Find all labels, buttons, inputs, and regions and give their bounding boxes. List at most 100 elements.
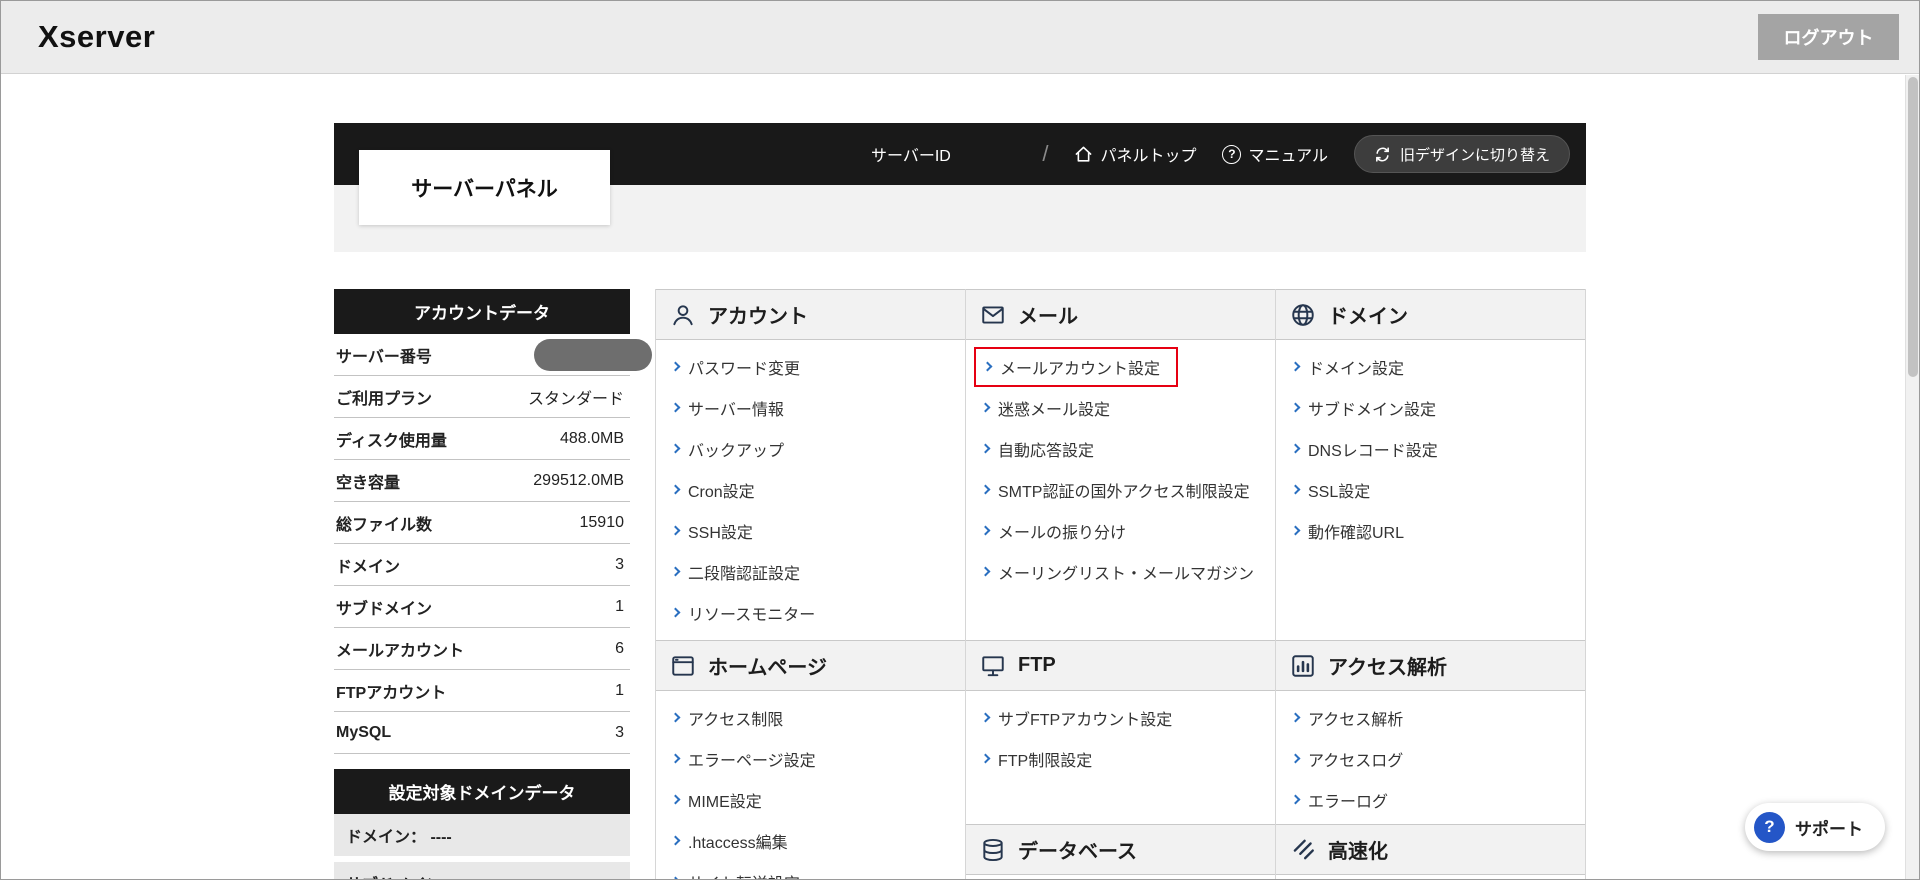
support-label: サポート bbox=[1795, 819, 1863, 839]
section-speedup-header: 高速化 bbox=[1276, 824, 1585, 875]
section-homepage-header: ホームページ bbox=[656, 640, 965, 691]
link-access-restriction[interactable]: アクセス制限 bbox=[656, 697, 965, 738]
link-operation-check-url[interactable]: 動作確認URL bbox=[1276, 510, 1585, 551]
link-access-analysis[interactable]: アクセス解析 bbox=[1276, 697, 1585, 738]
redacted-value bbox=[534, 339, 652, 371]
chevron-right-icon bbox=[670, 361, 681, 372]
link-mime-settings[interactable]: MIME設定 bbox=[656, 779, 965, 820]
panel-top-link[interactable]: パネルトップ bbox=[1074, 142, 1196, 166]
section-database-header: データベース bbox=[966, 824, 1275, 875]
link-htaccess-edit[interactable]: .htaccess編集 bbox=[656, 820, 965, 861]
link-ssh-settings[interactable]: SSH設定 bbox=[656, 510, 965, 551]
section-title: ドメイン bbox=[1328, 306, 1408, 328]
highlight-box: メールアカウント設定 bbox=[974, 346, 1179, 387]
link-mail-account-settings[interactable]: メールアカウント設定 bbox=[966, 346, 1275, 387]
section-account: アカウント パスワード変更 サーバー情報 バックアップ Cron設定 SSH設定… bbox=[656, 289, 965, 640]
link-error-log[interactable]: エラーログ bbox=[1276, 779, 1585, 820]
link-ssl-settings[interactable]: SSL設定 bbox=[1276, 469, 1585, 510]
link-subdomain-settings[interactable]: サブドメイン設定 bbox=[1276, 387, 1585, 428]
section-title: メール bbox=[1018, 306, 1078, 328]
target-subdomain-row: サブドメイン bbox=[334, 862, 630, 879]
sidebar-row-total-files: 総ファイル数 15910 bbox=[334, 502, 630, 544]
page-title: サーバーパネル bbox=[359, 150, 610, 225]
scrollbar-thumb[interactable] bbox=[1908, 77, 1918, 377]
chevron-right-icon bbox=[980, 712, 991, 723]
refresh-icon bbox=[1374, 146, 1391, 163]
link-server-info[interactable]: サーバー情報 bbox=[656, 387, 965, 428]
link-auto-reply-settings[interactable]: 自動応答設定 bbox=[966, 428, 1275, 469]
question-icon: ? bbox=[1222, 144, 1242, 164]
section-title: アクセス解析 bbox=[1328, 657, 1447, 679]
switch-old-design-button[interactable]: 旧デザインに切り替え bbox=[1353, 135, 1570, 173]
section-links: パスワード変更 サーバー情報 バックアップ Cron設定 SSH設定 二段階認証… bbox=[656, 340, 965, 633]
chevron-right-icon bbox=[670, 607, 681, 618]
link-error-page-settings[interactable]: エラーページ設定 bbox=[656, 738, 965, 779]
menu-column-3: ドメイン ドメイン設定 サブドメイン設定 DNSレコード設定 SSL設定 動作確… bbox=[1276, 289, 1586, 879]
section-mail-header: メール bbox=[966, 289, 1275, 340]
section-speedup: 高速化 bbox=[1276, 824, 1585, 875]
chevron-right-icon bbox=[1290, 361, 1301, 372]
sidebar-row-ftp-accounts: FTPアカウント 1 bbox=[334, 670, 630, 712]
chevron-right-icon bbox=[1290, 753, 1301, 764]
menu-column-1: アカウント パスワード変更 サーバー情報 バックアップ Cron設定 SSH設定… bbox=[656, 289, 966, 879]
user-icon bbox=[670, 302, 696, 328]
link-cron-settings[interactable]: Cron設定 bbox=[656, 469, 965, 510]
section-title: ホームページ bbox=[708, 657, 827, 679]
sidebar-row-plan: ご利用プラン スタンダード bbox=[334, 376, 630, 418]
chevron-right-icon bbox=[670, 835, 681, 846]
sidebar-row-free-space: 空き容量 299512.0MB bbox=[334, 460, 630, 502]
sidebar: アカウントデータ サーバー番号 ご利用プラン スタンダード ディスク使用量 488.… bbox=[334, 289, 652, 879]
question-icon: ? bbox=[1754, 811, 1785, 843]
monitor-icon bbox=[980, 653, 1006, 679]
target-domain-data-header: 設定対象ドメインデータ bbox=[334, 769, 630, 814]
chevron-right-icon bbox=[1290, 712, 1301, 723]
target-domain-row: ドメイン： ---- bbox=[334, 814, 630, 856]
link-backup[interactable]: バックアップ bbox=[656, 428, 965, 469]
speed-icon bbox=[1290, 837, 1316, 863]
xserver-logo[interactable]: Xserver bbox=[38, 19, 155, 55]
chevron-right-icon bbox=[980, 402, 991, 413]
manual-label: マニュアル bbox=[1248, 148, 1328, 165]
link-two-step-auth[interactable]: 二段階認証設定 bbox=[656, 551, 965, 592]
switch-old-design-label: 旧デザインに切り替え bbox=[1399, 146, 1550, 164]
chevron-right-icon bbox=[670, 876, 681, 879]
link-resource-monitor[interactable]: リソースモニター bbox=[656, 592, 965, 633]
logout-button[interactable]: ログアウト bbox=[1758, 14, 1899, 60]
section-links: サブFTPアカウント設定 FTP制限設定 bbox=[966, 691, 1275, 779]
link-password-change[interactable]: パスワード変更 bbox=[656, 346, 965, 387]
section-title: データベース bbox=[1018, 841, 1137, 863]
link-access-log[interactable]: アクセスログ bbox=[1276, 738, 1585, 779]
panel-top-label: パネルトップ bbox=[1100, 148, 1197, 165]
page: Xserver ログアウト サーバーID / パネルトップ ? マニュアル 旧デ… bbox=[0, 0, 1920, 880]
link-smtp-overseas-restriction[interactable]: SMTP認証の国外アクセス制限設定 bbox=[966, 469, 1275, 510]
section-domain-header: ドメイン bbox=[1276, 289, 1585, 340]
section-ftp-header: FTP bbox=[966, 640, 1275, 691]
link-mail-sorting[interactable]: メールの振り分け bbox=[966, 510, 1275, 551]
link-site-redirect-settings[interactable]: サイト転送設定 bbox=[656, 861, 965, 879]
link-mailing-list-magazine[interactable]: メーリングリスト・メールマガジン bbox=[966, 551, 1275, 592]
support-button[interactable]: ? サポート bbox=[1745, 803, 1885, 851]
link-domain-settings[interactable]: ドメイン設定 bbox=[1276, 346, 1585, 387]
link-sub-ftp-account-settings[interactable]: サブFTPアカウント設定 bbox=[966, 697, 1275, 738]
scrollbar[interactable] bbox=[1905, 75, 1919, 879]
chevron-right-icon bbox=[982, 361, 993, 372]
section-database: データベース bbox=[966, 824, 1275, 875]
bar-chart-icon bbox=[1290, 653, 1316, 679]
section-title: 高速化 bbox=[1328, 841, 1388, 863]
section-ftp: FTP サブFTPアカウント設定 FTP制限設定 bbox=[966, 640, 1275, 824]
manual-link[interactable]: ? マニュアル bbox=[1222, 142, 1328, 166]
chevron-right-icon bbox=[980, 753, 991, 764]
link-dns-record-settings[interactable]: DNSレコード設定 bbox=[1276, 428, 1585, 469]
link-spam-mail-settings[interactable]: 迷惑メール設定 bbox=[966, 387, 1275, 428]
section-links: アクセス解析 アクセスログ エラーログ bbox=[1276, 691, 1585, 820]
sidebar-row-mysql: MySQL 3 bbox=[334, 712, 630, 754]
chevron-right-icon bbox=[1290, 484, 1301, 495]
chevron-right-icon bbox=[670, 443, 681, 454]
section-account-header: アカウント bbox=[656, 289, 965, 340]
link-ftp-restriction-settings[interactable]: FTP制限設定 bbox=[966, 738, 1275, 779]
menu-column-2: メール メールアカウント設定 迷惑メール設定 自動応答設定 SMTP認証の国外ア… bbox=[966, 289, 1276, 879]
topbar: Xserver ログアウト bbox=[1, 1, 1919, 74]
chevron-right-icon bbox=[980, 484, 991, 495]
server-id-label: サーバーID bbox=[871, 148, 951, 165]
chevron-right-icon bbox=[1290, 794, 1301, 805]
